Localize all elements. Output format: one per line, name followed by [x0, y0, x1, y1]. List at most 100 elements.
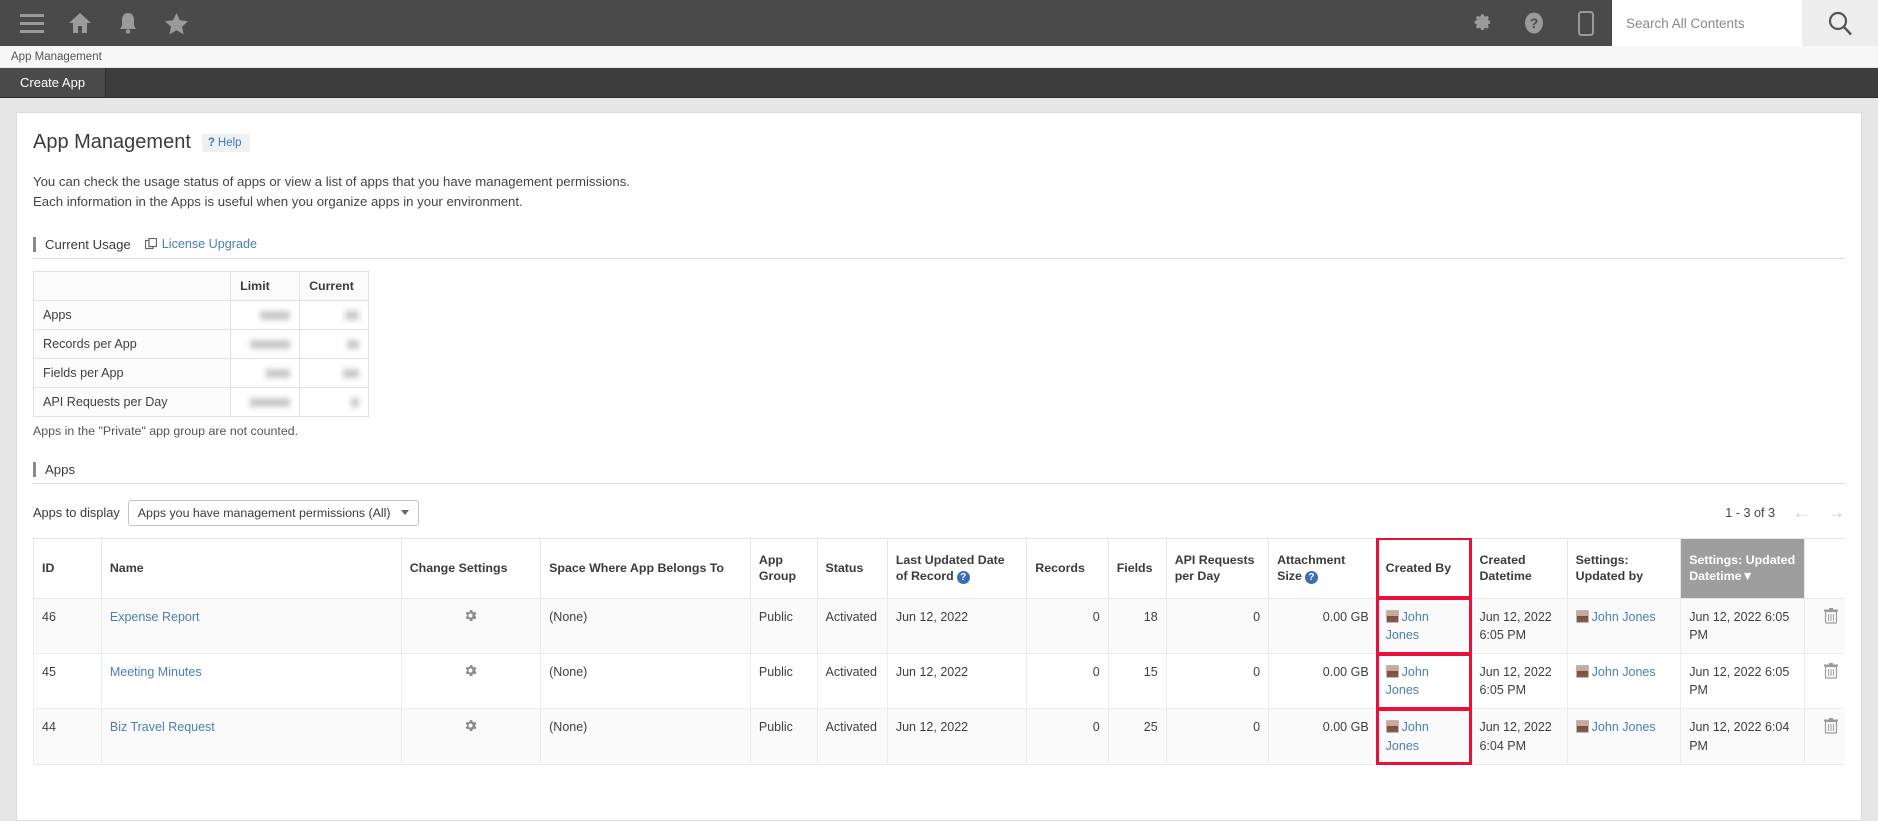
help-button-label: Help [217, 136, 242, 149]
avatar [1575, 720, 1589, 734]
avatar [1575, 665, 1589, 679]
attachment-size: 0.00 GB [1322, 720, 1369, 735]
usage-row-label: API Requests per Day [32, 386, 232, 417]
home-icon[interactable] [56, 0, 104, 46]
apps-grid-wrapper: ID Name Change Settings Space Where App Bel… [33, 537, 1845, 765]
action-bar: Create App [0, 68, 1878, 98]
mobile-icon[interactable] [1560, 0, 1612, 46]
cell-records: 0 [1026, 653, 1109, 710]
cell-space: (None) [540, 653, 751, 710]
current-usage-table: Limit Current Apps Records per App Fields … [32, 270, 369, 417]
trash-icon-glyph [1824, 607, 1839, 624]
delete-app-button[interactable] [1803, 653, 1845, 710]
help-icon[interactable]: ? [1508, 0, 1560, 46]
apps-col-header-last-updated-date-of-record[interactable]: Last Updated Date of Record? [886, 537, 1028, 599]
delete-app-button[interactable] [1803, 597, 1845, 655]
mobile-icon-glyph [1578, 10, 1594, 36]
star-icon[interactable] [152, 0, 200, 46]
app-name-link[interactable]: Biz Travel Request [110, 720, 215, 734]
menu-icon[interactable] [8, 0, 56, 46]
app-status: Activated [825, 609, 877, 624]
chevron-down-icon [400, 510, 409, 516]
usage-table-row: Apps [32, 299, 369, 330]
create-app-button[interactable]: Create App [0, 68, 107, 97]
gear-icon-glyph [466, 720, 477, 732]
apps-col-header-status[interactable]: Status [816, 537, 888, 599]
avatar [1385, 665, 1399, 679]
apps-col-header-created-by[interactable]: Created By [1376, 537, 1472, 600]
cell-api-requests: 0 [1165, 597, 1270, 655]
search-button[interactable] [1802, 0, 1878, 46]
page-description-line-1: You can check the usage status of apps o… [33, 174, 630, 189]
column-help-icon[interactable]: ? [1304, 570, 1318, 584]
field-count: 25 [1143, 720, 1158, 735]
cell-id: 45 [33, 653, 102, 710]
settings-updated-by-link[interactable]: John Jones [1592, 665, 1656, 679]
cell-settings-updated-by: John Jones [1566, 597, 1682, 655]
settings-updated-by-link[interactable]: John Jones [1592, 610, 1656, 624]
cell-status: Activated [816, 708, 888, 765]
pagination-next-button[interactable]: → [1828, 504, 1845, 521]
menu-icon-glyph [20, 13, 44, 33]
cell-change-settings[interactable] [400, 597, 542, 655]
app-name-link[interactable]: Meeting Minutes [110, 665, 202, 679]
apps-col-header-api-requests-per-day[interactable]: API Requests per Day [1165, 537, 1270, 599]
pagination-range: 1 - 3 of 3 [1725, 505, 1775, 520]
cell-api-requests: 0 [1165, 653, 1270, 710]
apps-col-header-records[interactable]: Records [1026, 537, 1109, 599]
apps-col-header-settings-updated-datetime[interactable]: Settings: Updated Datetime▼ [1680, 537, 1805, 599]
cell-records: 0 [1026, 597, 1109, 655]
apps-col-header-created-datetime[interactable]: Created Datetime [1470, 537, 1568, 599]
created-datetime: Jun 12, 2022 6:05 PM [1479, 609, 1552, 643]
api-request-count: 0 [1253, 720, 1261, 735]
cell-change-settings[interactable] [400, 708, 542, 765]
apps-col-header-fields[interactable]: Fields [1107, 537, 1167, 599]
apps-col-header-settings-updated-by[interactable]: Settings: Updated by [1566, 537, 1682, 599]
apps-col-header-id[interactable]: ID [33, 537, 102, 599]
trash-icon-glyph [1824, 663, 1839, 679]
cell-space: (None) [540, 597, 751, 655]
page-description: You can check the usage status of apps o… [33, 172, 1845, 213]
cell-records: 0 [1026, 708, 1109, 765]
table-row: 44 Biz Travel Request (None) Public Activate… [33, 707, 1845, 765]
apps-filter-select[interactable]: Apps you have management permissions (Al… [127, 499, 419, 526]
usage-row-current [299, 299, 369, 330]
redacted-value [347, 340, 359, 350]
usage-row-limit [230, 386, 301, 417]
pagination-prev-button[interactable]: ← [1793, 504, 1810, 521]
gear-icon[interactable] [1456, 0, 1508, 46]
app-name-link[interactable]: Expense Report [110, 610, 200, 624]
delete-app-button[interactable] [1803, 708, 1845, 765]
apps-col-header-actions[interactable] [1803, 537, 1845, 599]
attachment-size: 0.00 GB [1322, 665, 1369, 680]
search-input[interactable] [1612, 0, 1802, 46]
help-button[interactable]: ? Help [201, 133, 250, 152]
home-icon-glyph [69, 13, 91, 33]
page-background: App Management ? Help You can check the … [0, 98, 1878, 821]
redacted-value [250, 340, 291, 350]
bell-icon[interactable] [104, 0, 152, 46]
redacted-value [345, 311, 359, 321]
table-row: 45 Meeting Minutes (None) Public Activated Ju… [33, 652, 1845, 710]
apps-col-header-label: Space Where App Belongs To [549, 561, 724, 576]
redacted-value [343, 369, 359, 379]
usage-row-label: Fields per App [32, 357, 232, 388]
cell-id: 44 [33, 708, 102, 765]
cell-id: 46 [33, 597, 102, 655]
record-count: 0 [1092, 665, 1100, 680]
apps-col-header-space-where-app-belongs-to[interactable]: Space Where App Belongs To [540, 537, 751, 599]
gear-icon-glyph [1474, 14, 1491, 30]
usage-table-row: API Requests per Day [32, 386, 369, 417]
cell-created-datetime: Jun 12, 2022 6:05 PM [1470, 653, 1568, 710]
apps-col-header-app-group[interactable]: App Group [749, 537, 818, 599]
cell-change-settings[interactable] [400, 653, 542, 710]
apps-col-header-name[interactable]: Name [100, 537, 402, 599]
apps-col-header-change-settings[interactable]: Change Settings [400, 537, 542, 599]
column-help-icon[interactable]: ? [956, 570, 970, 584]
license-upgrade-link[interactable]: License Upgrade [144, 237, 257, 251]
apps-col-header-attachment-size[interactable]: Attachment Size? [1268, 537, 1378, 599]
apps-col-header-label: Name [109, 561, 144, 576]
record-count: 0 [1092, 720, 1100, 735]
settings-updated-by-link[interactable]: John Jones [1592, 720, 1656, 734]
search-icon [1828, 11, 1852, 36]
